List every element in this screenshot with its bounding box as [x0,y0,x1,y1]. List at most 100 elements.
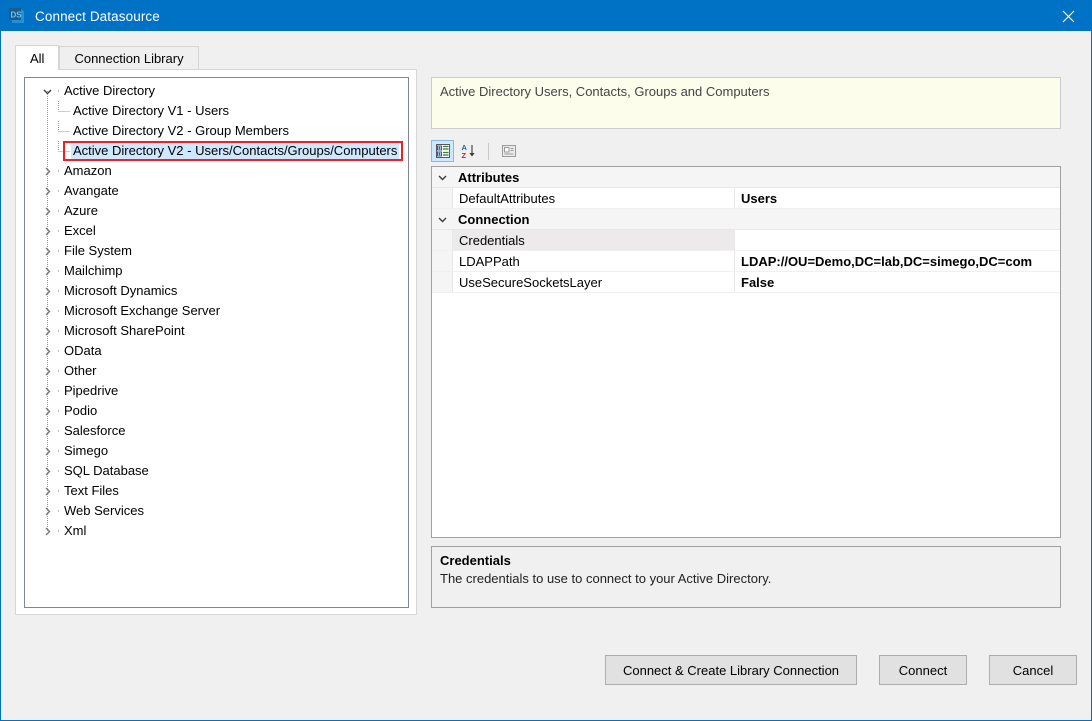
tree-node-group[interactable]: · Mailchimp [25,261,408,281]
tree-node-label: Text Files [64,483,119,498]
cancel-button[interactable]: Cancel [989,655,1077,685]
tree-connector: · [56,325,61,337]
property-category-value [754,167,1060,187]
tree-node-group[interactable]: · OData [25,341,408,361]
tree-elbow-connector [58,141,72,161]
property-category-row[interactable]: Attributes [432,167,1060,188]
property-pages-button[interactable] [497,140,520,162]
tree-connector: · [56,445,61,457]
property-name: UseSecureSocketsLayer [453,272,735,292]
tree-connector: · [56,245,61,257]
tab-connection-library[interactable]: Connection Library [59,46,199,70]
tree-node-label: Excel [64,223,96,238]
chevron-down-icon[interactable] [432,209,452,229]
tree-node-group[interactable]: · Microsoft Exchange Server [25,301,408,321]
tree-connector: · [56,165,61,177]
tree-node-group[interactable]: · Excel [25,221,408,241]
tree-node-item[interactable]: Active Directory V2 - Group Members [25,121,408,141]
window-title: Connect Datasource [35,8,160,24]
tree-elbow-connector [58,101,72,121]
tree-connector: · [56,265,61,277]
tab-content-panel: · Active Directory Active Directory V1 - U… [15,69,417,615]
tree-node-group[interactable]: · Microsoft Dynamics [25,281,408,301]
tree-connector: · [56,285,61,297]
tree-node-group[interactable]: · File System [25,241,408,261]
tree-node-group[interactable]: · Simego [25,441,408,461]
tree-node-group[interactable]: · Azure [25,201,408,221]
svg-text:DS: DS [11,11,23,20]
tree-node-group[interactable]: · Amazon [25,161,408,181]
tree-node-group[interactable]: · Avangate [25,181,408,201]
property-value[interactable] [735,230,1060,250]
tree-node-label: Microsoft Exchange Server [64,303,221,318]
tree-node-label: Salesforce [64,423,126,438]
tree-connector: · [56,365,61,377]
tree-node-group[interactable]: · Text Files [25,481,408,501]
tree-connector: · [56,505,61,517]
categorized-view-button[interactable] [431,140,454,162]
tree-connector: · [56,425,61,437]
property-grid[interactable]: Attributes DefaultAttributes Users Connecti… [431,166,1061,538]
chevron-down-icon[interactable] [432,167,452,187]
tree-node-group[interactable]: · Web Services [25,501,408,521]
close-icon[interactable] [1045,1,1091,31]
property-row[interactable]: LDAPPath LDAP://OU=Demo,DC=lab,DC=simego,… [432,251,1060,272]
tree-node-group[interactable]: · Xml [25,521,408,541]
property-name: DefaultAttributes [453,188,735,208]
tree-connector: · [56,225,61,237]
tree-connector: · [56,405,61,417]
tree-connector: · [56,85,61,97]
property-value[interactable]: LDAP://OU=Demo,DC=lab,DC=simego,DC=com [735,251,1060,271]
tree-node-label: File System [64,243,132,258]
alphabetical-sort-button[interactable]: A Z [457,140,480,162]
property-category-value [754,209,1060,229]
connect-button[interactable]: Connect [879,655,967,685]
tab-connection-library-label: Connection Library [74,51,184,66]
property-row[interactable]: Credentials [432,230,1060,251]
tree-node-label: Microsoft SharePoint [64,323,185,338]
tree-node-group[interactable]: · Other [25,361,408,381]
property-value[interactable]: False [735,272,1060,292]
property-description-text: The credentials to use to connect to you… [440,571,772,586]
property-category-row[interactable]: Connection [432,209,1060,230]
property-row[interactable]: DefaultAttributes Users [432,188,1060,209]
tree-connector: · [56,465,61,477]
tree-node-group[interactable]: · Salesforce [25,421,408,441]
property-category-label: Attributes [458,169,520,185]
tree-node-label: Active Directory [64,83,156,98]
tree-node-label: Other [64,363,97,378]
datasource-description-text: Active Directory Users, Contacts, Groups… [440,84,770,99]
tree-connector: · [56,525,61,537]
tab-all-label: All [30,50,45,66]
tree-connector: · [56,185,61,197]
svg-text:Z: Z [461,151,466,159]
tree-node-group[interactable]: · Podio [25,401,408,421]
tab-all[interactable]: All [15,45,60,70]
datasource-tree[interactable]: · Active Directory Active Directory V1 - U… [24,77,409,608]
tree-node-group[interactable]: · Active Directory [25,81,408,101]
property-row-gutter [432,272,453,292]
tree-node-group[interactable]: · SQL Database [25,461,408,481]
tree-node-label: Xml [64,523,87,538]
property-row[interactable]: UseSecureSocketsLayer False [432,272,1060,293]
tree-node-label: OData [64,343,102,358]
property-category-label: Connection [458,211,530,227]
connect-create-library-connection-button[interactable]: Connect & Create Library Connection [605,655,857,685]
tree-node-label: Mailchimp [64,263,123,278]
connect-create-label: Connect & Create Library Connection [622,662,840,678]
property-description-title: Credentials [440,553,511,568]
tree-connector: · [56,345,61,357]
tree-node-label: Active Directory V2 - Users/Contacts/Gro… [71,142,400,160]
tree-connector: · [56,385,61,397]
tree-connector: · [56,205,61,217]
property-value[interactable]: Users [735,188,1060,208]
tree-node-group[interactable]: · Microsoft SharePoint [25,321,408,341]
title-bar: DS Connect Datasource [1,1,1091,31]
tree-node-label: Pipedrive [64,383,119,398]
tree-node-item[interactable]: Active Directory V1 - Users [25,101,408,121]
tree-node-group[interactable]: · Pipedrive [25,381,408,401]
tree-node-label: Web Services [64,503,144,518]
tree-node-item[interactable]: Active Directory V2 - Users/Contacts/Gro… [25,141,408,161]
property-name: LDAPPath [453,251,735,271]
property-name: Credentials [453,230,735,250]
